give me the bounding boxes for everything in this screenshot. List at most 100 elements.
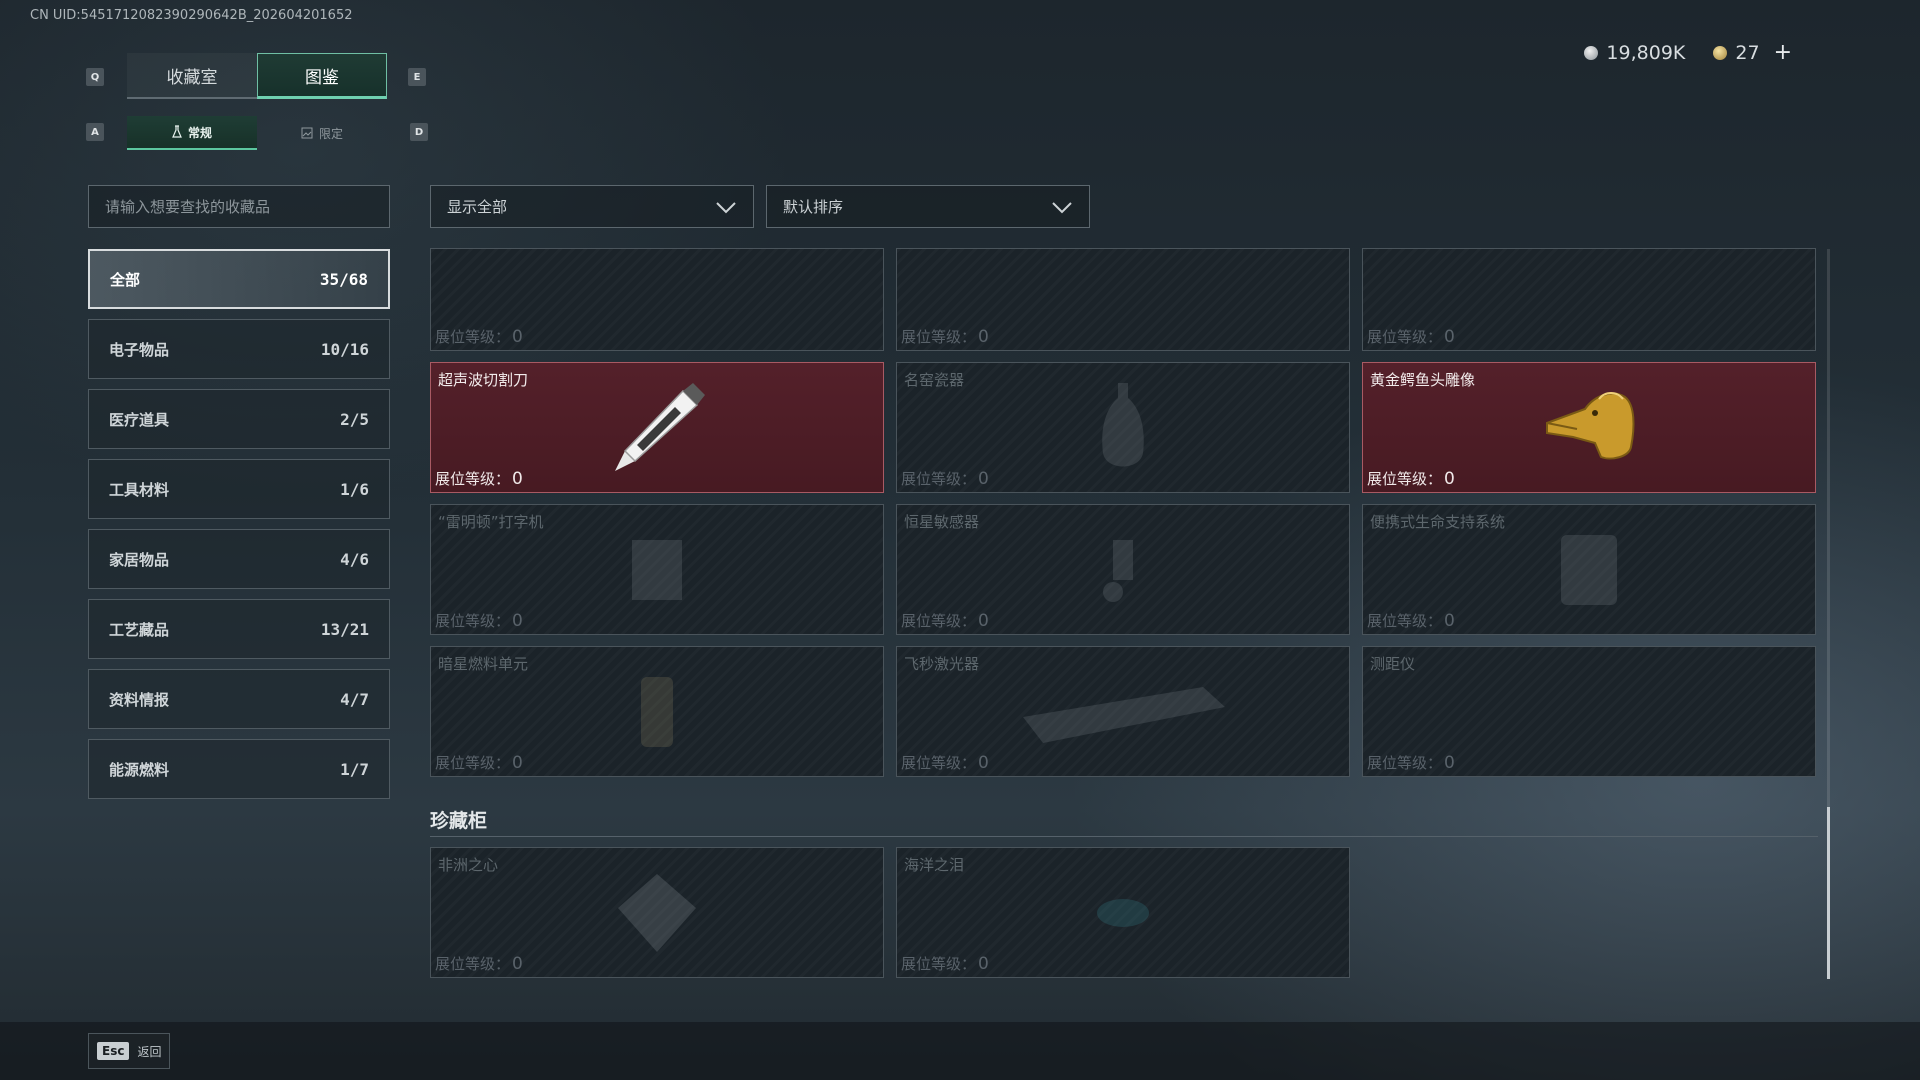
typewriter-icon: [632, 539, 682, 600]
category-energy[interactable]: 能源燃料 1/7: [88, 739, 390, 799]
golden-crocodile-head-icon: [1546, 391, 1635, 460]
gem-icon: [1097, 898, 1149, 927]
category-count: 10/16: [320, 339, 369, 359]
item-level: 展位等级： 0: [1367, 469, 1455, 489]
category-label: 电子物品: [109, 340, 170, 359]
add-currency-button[interactable]: +: [1774, 40, 1792, 65]
item-level: 展位等级： 0: [1367, 753, 1455, 773]
category-label: 家居物品: [109, 550, 170, 569]
flask-icon: [172, 125, 182, 138]
collectible-card[interactable]: 恒星敏感器 展位等级： 0: [896, 504, 1350, 635]
star-sensor-icon: [1103, 539, 1133, 602]
category-label: 资料情报: [109, 690, 170, 709]
show-filter-dropdown[interactable]: 显示全部: [430, 185, 754, 228]
currency-bar: 19,809K 27 +: [1584, 40, 1792, 65]
category-intel[interactable]: 资料情报 4/7: [88, 669, 390, 729]
fuel-cell-icon: [641, 676, 673, 747]
category-count: 13/21: [320, 619, 369, 639]
bottom-bar: [0, 1022, 1920, 1080]
item-name: 测距仪: [1370, 655, 1416, 673]
category-all[interactable]: 全部 35/68: [88, 249, 390, 309]
category-electronics[interactable]: 电子物品 10/16: [88, 319, 390, 379]
item-name: 黄金鳄鱼头雕像: [1370, 371, 1476, 389]
collectible-card[interactable]: 飞秒激光器 展位等级： 0: [896, 646, 1350, 777]
category-household[interactable]: 家居物品 4/6: [88, 529, 390, 589]
collectible-card[interactable]: 暗星燃料单元 展位等级： 0: [430, 646, 884, 777]
category-count: 1/7: [340, 759, 369, 779]
ultrasonic-knife-icon: [615, 382, 705, 471]
life-support-icon: [1561, 534, 1617, 605]
sort-value: 默认排序: [783, 198, 844, 216]
treasure-card[interactable]: 非洲之心 展位等级： 0: [430, 847, 884, 978]
item-level: 展位等级： 0: [435, 327, 523, 347]
item-name: 名窑瓷器: [904, 371, 965, 389]
item-level: 展位等级： 0: [1367, 611, 1455, 631]
category-crafts[interactable]: 工艺藏品 13/21: [88, 599, 390, 659]
treasure-card[interactable]: 海洋之泪 展位等级： 0: [896, 847, 1350, 978]
item-level: 展位等级： 0: [901, 611, 989, 631]
scrollbar[interactable]: [1827, 249, 1830, 979]
back-button[interactable]: Esc 返回: [88, 1033, 170, 1069]
item-level: 展位等级： 0: [901, 753, 989, 773]
collectible-card-golden-crocodile[interactable]: 黄金鳄鱼头雕像 展位等级： 0: [1362, 362, 1816, 493]
key-e-hint: E: [408, 68, 426, 86]
item-level: 展位等级： 0: [901, 469, 989, 489]
category-label: 全部: [110, 270, 141, 289]
item-name: 超声波切割刀: [438, 371, 529, 389]
silver-coin-icon: [1584, 45, 1599, 60]
category-label: 能源燃料: [109, 760, 170, 779]
section-divider: [430, 836, 1818, 837]
item-name: “雷明顿”打字机: [438, 513, 544, 531]
key-d-hint: D: [410, 123, 428, 141]
category-count: 4/6: [340, 549, 369, 569]
category-count: 1/6: [340, 479, 369, 499]
key-a-hint: A: [86, 123, 104, 141]
scrollbar-thumb[interactable]: [1827, 807, 1830, 979]
show-filter-value: 显示全部: [447, 198, 508, 216]
item-level: 展位等级： 0: [435, 753, 523, 773]
item-level: 展位等级： 0: [435, 469, 523, 489]
main-tabs: 收藏室 图鉴: [127, 53, 387, 99]
subtab-limited-label: 限定: [318, 126, 343, 141]
porcelain-vase-icon: [1102, 382, 1144, 466]
category-list: 全部 35/68 电子物品 10/16 医疗道具 2/5 工具材料 1/6 家居…: [88, 249, 390, 809]
item-level: 展位等级： 0: [435, 611, 523, 631]
subtab-regular[interactable]: 常规: [127, 116, 257, 150]
tab-collection-room[interactable]: 收藏室: [127, 53, 257, 99]
item-name: 便携式生命支持系统: [1370, 513, 1506, 531]
item-name: 暗星燃料单元: [438, 655, 529, 673]
chevron-down-icon: [1052, 201, 1072, 213]
sort-dropdown[interactable]: 默认排序: [766, 185, 1090, 228]
tab-catalog[interactable]: 图鉴: [257, 53, 387, 99]
collectible-card[interactable]: 便携式生命支持系统 展位等级： 0: [1362, 504, 1816, 635]
item-name: 恒星敏感器: [904, 513, 980, 531]
chevron-down-icon: [716, 201, 736, 213]
category-count: 2/5: [340, 409, 369, 429]
sub-tabs: 常规 限定: [127, 116, 387, 150]
collectible-card[interactable]: 展位等级： 0: [430, 248, 884, 351]
category-tools[interactable]: 工具材料 1/6: [88, 459, 390, 519]
collectible-card[interactable]: “雷明顿”打字机 展位等级： 0: [430, 504, 884, 635]
back-label: 返回: [137, 1044, 162, 1059]
uid-label: CN UID:5451712082390290642B_202604201652: [30, 8, 353, 23]
gold-amount: 27: [1735, 41, 1760, 64]
category-count: 35/68: [319, 269, 368, 289]
category-label: 医疗道具: [109, 410, 170, 429]
collectible-card[interactable]: 测距仪 展位等级： 0: [1362, 646, 1816, 777]
collectible-card[interactable]: 名窑瓷器 展位等级： 0: [896, 362, 1350, 493]
item-name: 飞秒激光器: [904, 655, 980, 673]
subtab-regular-label: 常规: [187, 125, 212, 140]
silver-amount: 19,809K: [1606, 41, 1686, 64]
search-input[interactable]: [88, 185, 390, 228]
category-count: 4/7: [340, 689, 369, 709]
item-name: 海洋之泪: [904, 856, 965, 874]
category-label: 工具材料: [109, 480, 170, 499]
collectible-card-ultrasonic-knife[interactable]: 超声波切割刀 展位等级： 0: [430, 362, 884, 493]
item-level: 展位等级： 0: [1367, 327, 1455, 347]
gold-currency: 27 +: [1713, 40, 1792, 65]
treasure-section-title: 珍藏柜: [430, 810, 488, 832]
subtab-limited[interactable]: 限定: [257, 116, 387, 150]
collectible-card[interactable]: 展位等级： 0: [1362, 248, 1816, 351]
collectible-card[interactable]: 展位等级： 0: [896, 248, 1350, 351]
category-medical[interactable]: 医疗道具 2/5: [88, 389, 390, 449]
